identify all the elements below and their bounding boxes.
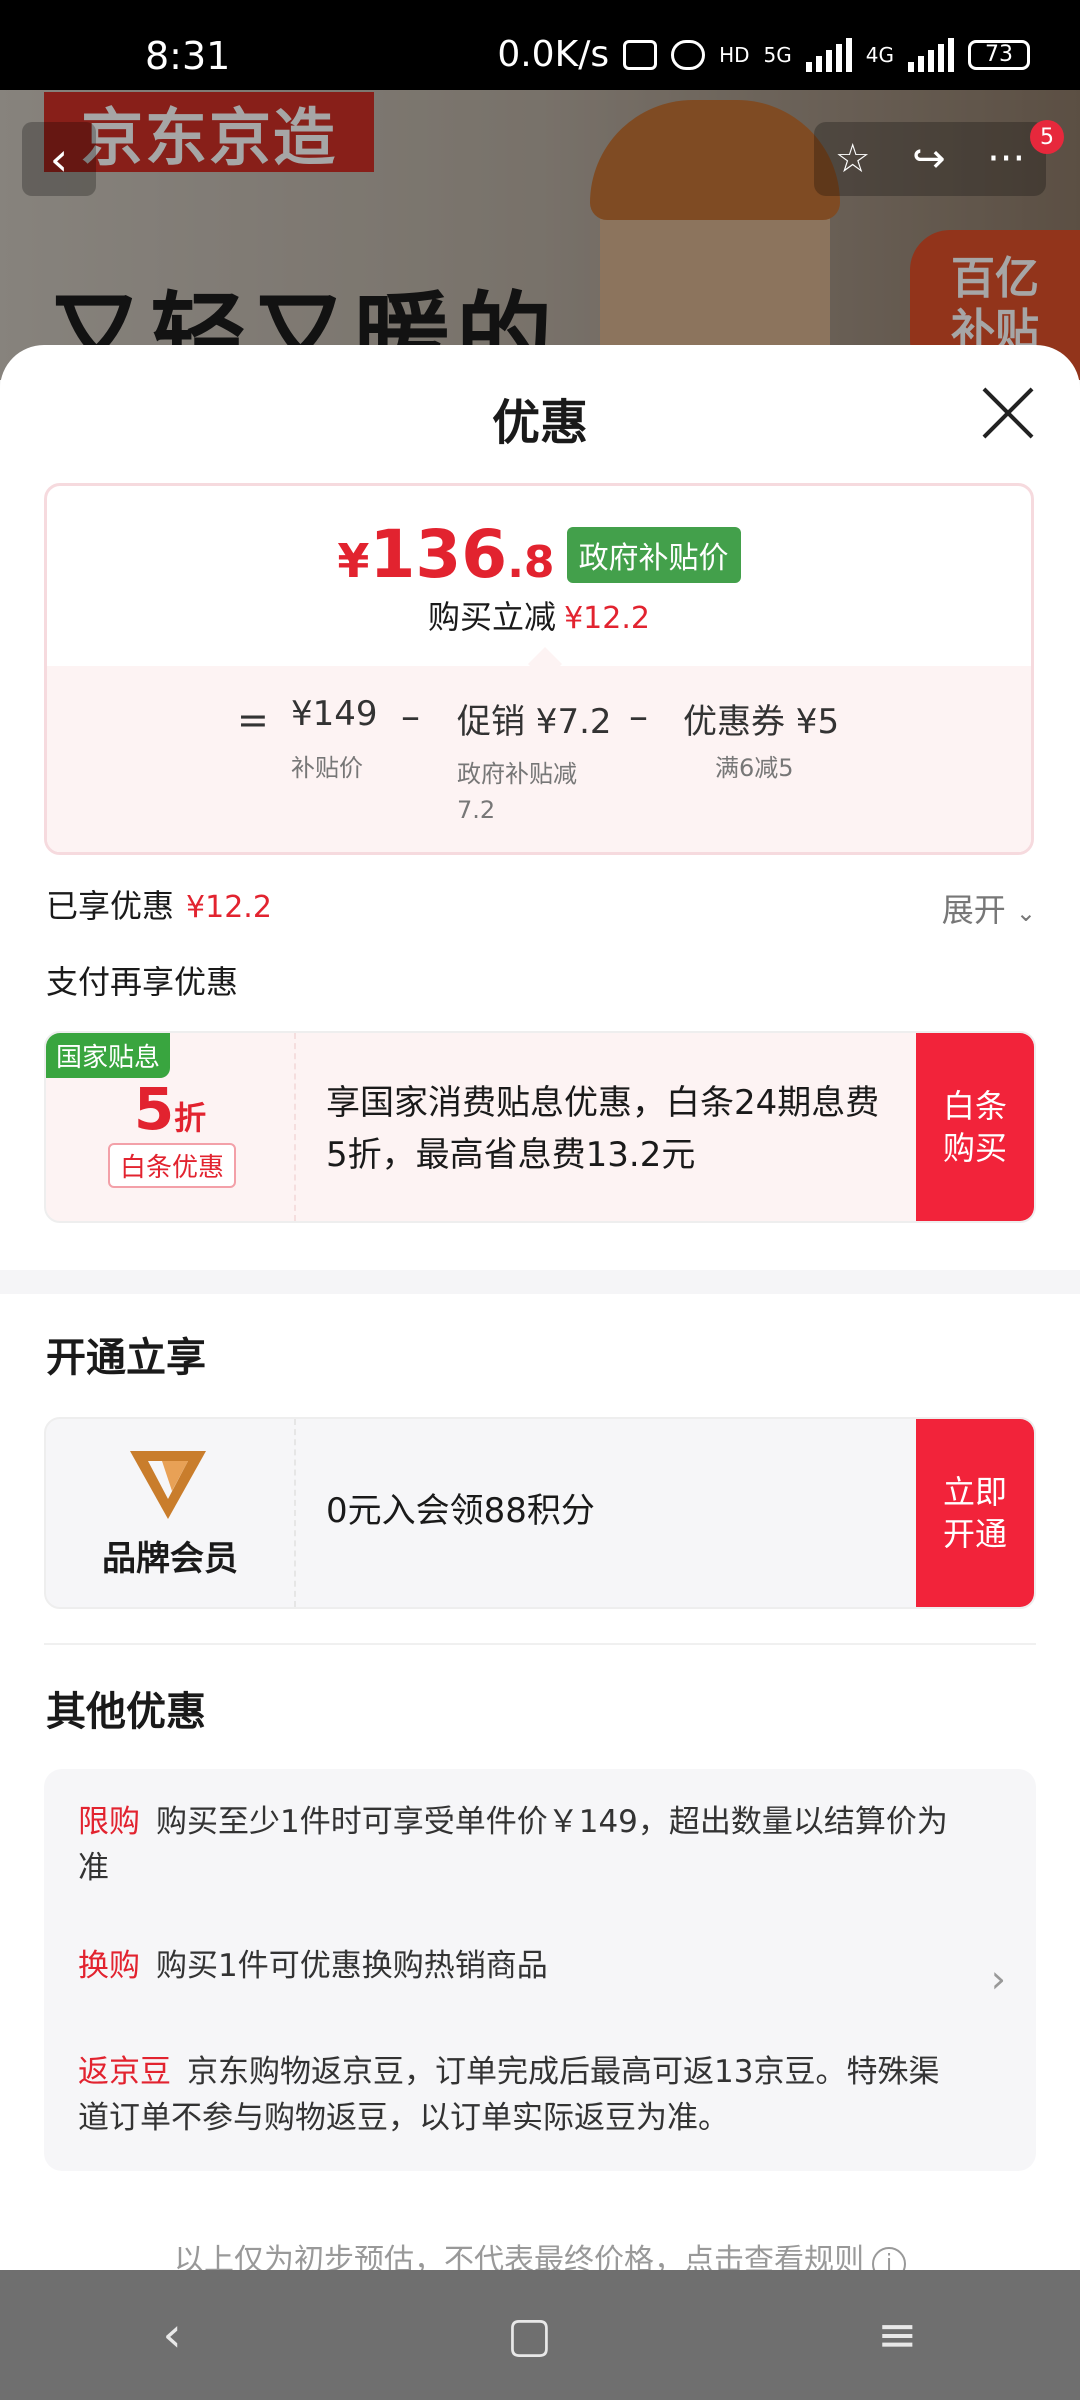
signal-4g-label: 4G: [865, 42, 894, 67]
star-icon[interactable]: ☆: [835, 136, 871, 182]
member-panel: 品牌会员: [46, 1419, 296, 1607]
jingdou-item: 返京豆 京东购物返京豆，订单完成后最高可返13京豆。特殊渠道订单不参与购物返豆，以…: [78, 2049, 958, 2141]
national-subsidy-tag: 国家贴息: [46, 1033, 171, 1078]
baitiao-promo-card: 国家贴息 5折 白条优惠 享国家消费贴息优惠，白条24期息费5折，最高省息费13…: [44, 1031, 1036, 1223]
expand-label: 展开: [941, 891, 1006, 929]
notification-badge: 5: [1030, 120, 1064, 154]
back-icon: ‹: [49, 132, 69, 186]
nav-home-icon[interactable]: ▢: [507, 2307, 552, 2363]
signal-bars-icon: [805, 37, 852, 72]
network-speed: 0.0K/s: [497, 34, 610, 75]
divider-line: [44, 1643, 1036, 1645]
pay-heading: 支付再享优惠: [46, 963, 239, 1001]
open-member-button[interactable]: 立即 开通: [916, 1419, 1034, 1607]
enjoyed-amount: ¥12.2: [186, 890, 272, 925]
gov-subsidy-tag: 政府补贴价: [566, 526, 741, 583]
reduce-label: 购买立减: [428, 598, 557, 636]
promo-label-line2: 7.2: [457, 796, 496, 824]
close-icon[interactable]: [980, 385, 1036, 441]
baitiao-promo-text: 享国家消费贴息优惠，白条24期息费5折，最高省息费13.2元: [326, 1083, 880, 1175]
sheet-title: 优惠: [491, 395, 588, 451]
minus-sign: –: [401, 694, 420, 738]
open-member-line1: 立即: [942, 1473, 1007, 1511]
coupon-label: 满6减5: [715, 754, 794, 782]
reduce-amount: ¥12.2: [564, 601, 650, 636]
baitiao-discount-panel: 国家贴息 5折 白条优惠: [46, 1033, 296, 1221]
coupon-value: 优惠券 ¥5: [683, 702, 840, 742]
back-button[interactable]: ‹: [22, 122, 96, 196]
alarm-icon: [671, 39, 706, 70]
share-icon[interactable]: ↪: [912, 136, 946, 182]
base-price: ¥149: [291, 694, 378, 734]
status-icons: 0.0K/s HD 5G 4G 73: [497, 34, 1030, 75]
nav-back-icon[interactable]: ‹: [163, 2307, 182, 2363]
brand-member-logo: [130, 1451, 206, 1519]
minus-sign-2: –: [629, 694, 648, 738]
rules-footnote[interactable]: 以上仅为初步预估，不代表最终价格，点击查看规则 i: [0, 2235, 1080, 2270]
price-decimal: .8: [507, 537, 555, 588]
member-promo-card: 品牌会员 0元入会领88积分 立即 开通: [44, 1417, 1036, 1609]
reduce-line: 购买立减 ¥12.2: [47, 592, 1031, 638]
top-actions: ☆ ↪ ···: [814, 122, 1046, 196]
equals-sign: =: [237, 698, 269, 742]
info-icon: i: [872, 2247, 906, 2270]
promo-label-line1: 政府补贴减: [457, 760, 577, 788]
battery-icon: 73: [968, 39, 1030, 70]
promo-label: 政府补贴减 7.2: [457, 756, 577, 828]
chevron-right-icon[interactable]: ›: [991, 1957, 1006, 2001]
base-price-label: 补贴价: [291, 754, 363, 782]
system-nav-bar: ‹ ▢ ≡: [0, 2270, 1080, 2400]
limit-purchase-tag: 限购: [78, 1804, 140, 1840]
jingdou-tag: 返京豆: [78, 2054, 171, 2090]
nfc-icon: [623, 39, 658, 70]
price-breakdown: = ¥149 补贴价 – 促销 ¥7.2 政府补贴减 7.2 – 优惠券 ¥5 …: [47, 647, 1031, 852]
status-time: 8:31: [145, 34, 231, 78]
baitiao-buy-button[interactable]: 白条 购买: [916, 1033, 1034, 1221]
enjoyed-discount: 已享优惠 ¥12.2: [46, 881, 272, 927]
exchange-purchase-tag: 换购: [78, 1948, 140, 1984]
signal-bars-icon-2: [908, 37, 954, 72]
expand-toggle[interactable]: 展开 ⌄: [942, 885, 1036, 931]
more-icon[interactable]: ···: [987, 136, 1025, 182]
promo-value: 促销 ¥7.2: [457, 702, 612, 742]
other-heading: 其他优惠: [46, 1689, 206, 1735]
chevron-down-icon: ⌄: [1015, 899, 1036, 927]
limit-purchase-text: 购买至少1件时可享受单件价￥149，超出数量以结算价为准: [78, 1804, 948, 1886]
nav-menu-icon[interactable]: ≡: [877, 2307, 917, 2363]
discount-number: 5: [133, 1075, 175, 1143]
discount-unit: 折: [174, 1099, 207, 1137]
signal-5g-label: 5G: [763, 42, 792, 67]
member-label: 品牌会员: [102, 1539, 238, 1579]
member-promo-text: 0元入会领88积分: [326, 1491, 595, 1531]
exchange-purchase-item[interactable]: 换购 购买1件可优惠换购热销商品: [78, 1943, 958, 1989]
price-currency: ¥: [337, 534, 370, 588]
baitiao-buy-line2: 购买: [942, 1129, 1007, 1167]
status-bar: 8:31 0.0K/s HD 5G 4G 73: [0, 0, 1080, 90]
final-price: ¥ 136 .8 政府补贴价: [47, 516, 1031, 593]
open-member-line2: 开通: [942, 1515, 1007, 1553]
price-card: ¥ 136 .8 政府补贴价 购买立减 ¥12.2 = ¥149 补贴价 – 促销…: [44, 483, 1034, 855]
discount-value: 5折: [46, 1075, 294, 1143]
limit-purchase-item: 限购 购买至少1件时可享受单件价￥149，超出数量以结算价为准: [78, 1799, 958, 1891]
baitiao-tag: 白条优惠: [108, 1143, 237, 1188]
price-integer: 136: [369, 516, 508, 593]
enjoyed-label: 已享优惠: [46, 887, 175, 925]
section-divider: [0, 1270, 1080, 1294]
discount-sheet: 优惠 ¥ 136 .8 政府补贴价 购买立减 ¥12.2 = ¥149 补贴价 –…: [0, 345, 1080, 2270]
exchange-purchase-text: 购买1件可优惠换购热销商品: [156, 1948, 548, 1984]
jingdou-text: 京东购物返京豆，订单完成后最高可返13京豆。特殊渠道订单不参与购物返豆，以订单实…: [78, 2054, 940, 2136]
hd-label: HD: [719, 42, 750, 67]
open-heading: 开通立享: [46, 1335, 206, 1381]
baitiao-buy-line1: 白条: [942, 1087, 1007, 1125]
other-offers-box: 限购 购买至少1件时可享受单件价￥149，超出数量以结算价为准 换购 购买1件可优惠…: [44, 1769, 1036, 2171]
footnote-text: 以上仅为初步预估，不代表最终价格，点击查看规则: [174, 2243, 864, 2270]
